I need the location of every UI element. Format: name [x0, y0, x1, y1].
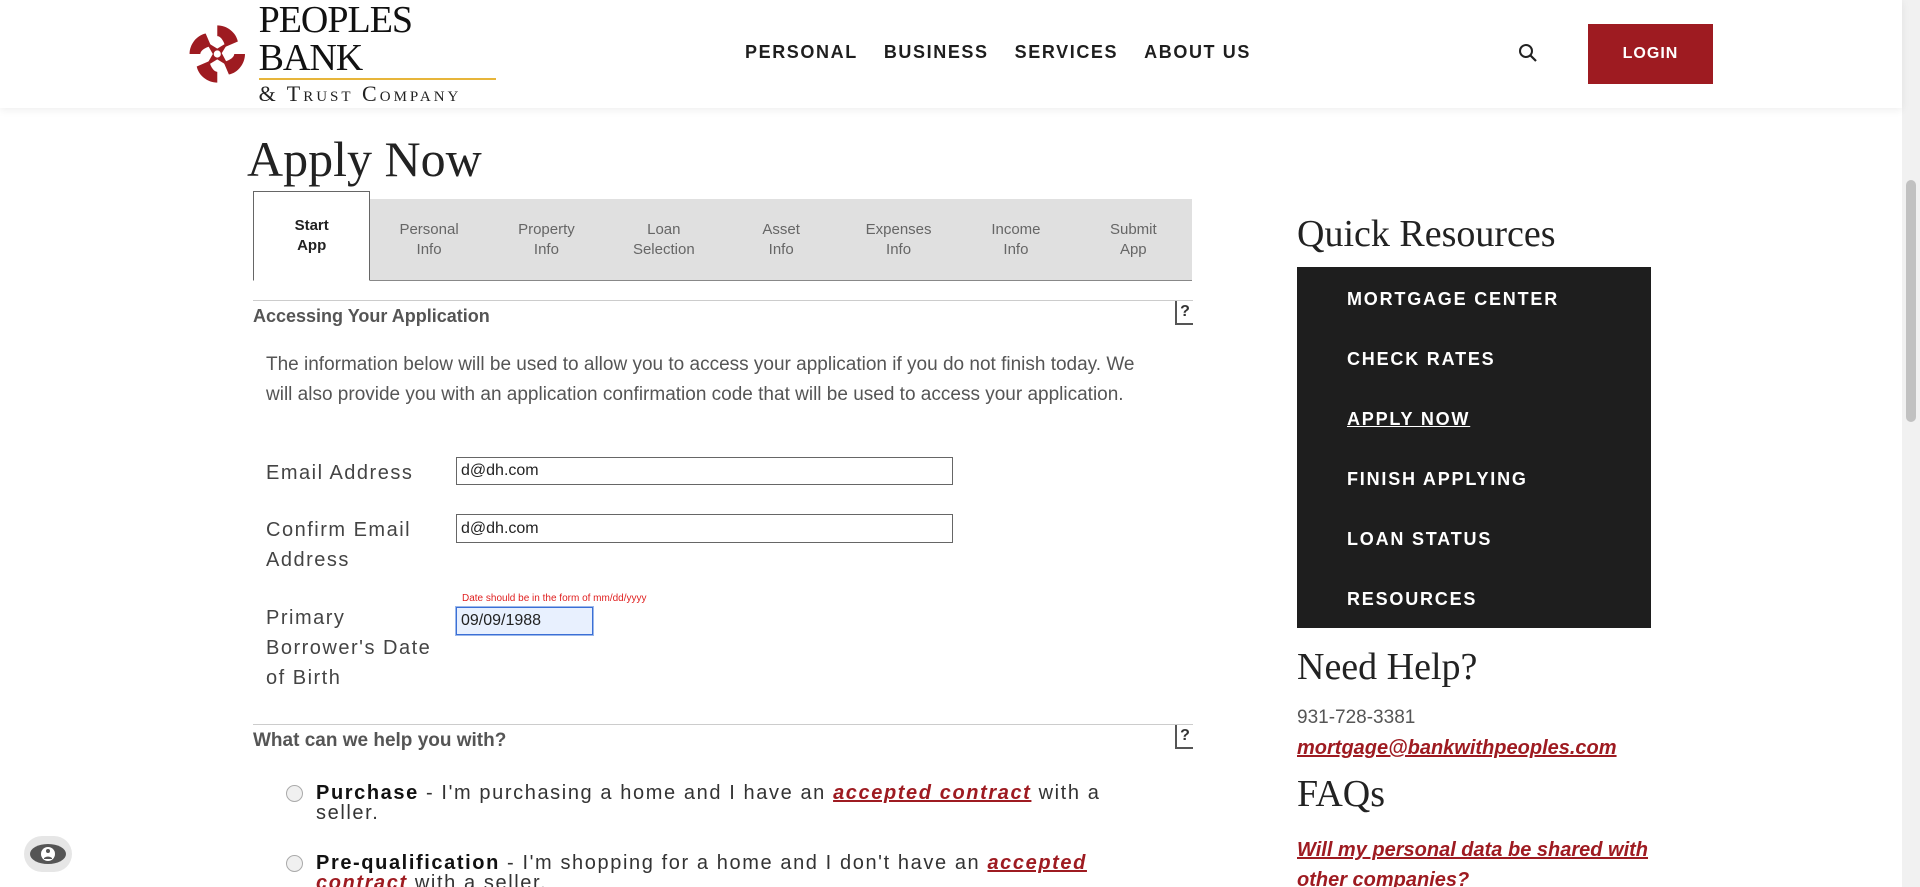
- menu-mortgage-center[interactable]: MORTGAGE CENTER: [1347, 289, 1559, 310]
- nav-services[interactable]: SERVICES: [1015, 42, 1119, 63]
- tab-asset-info[interactable]: Asset Info: [723, 199, 840, 281]
- option-pre-qualification[interactable]: Pre-qualification - I'm shopping for a h…: [286, 853, 1126, 887]
- purchase-radio[interactable]: [286, 785, 303, 802]
- dob-label: Primary Borrower's Date of Birth: [266, 607, 432, 689]
- nav-about-us[interactable]: ABOUT US: [1144, 42, 1251, 63]
- email-field[interactable]: [456, 457, 953, 485]
- tab-personal-info[interactable]: Personal Info: [370, 199, 487, 281]
- login-button[interactable]: LOGIN: [1588, 24, 1713, 84]
- option-text: Pre-qualification - I'm shopping for a h…: [286, 853, 1126, 887]
- site-header: PEOPLES BANK & Trust Company PERSONAL BU…: [0, 0, 1902, 108]
- tab-submit-app[interactable]: Submit App: [1075, 199, 1192, 281]
- menu-apply-now[interactable]: APPLY NOW: [1347, 409, 1470, 430]
- option-description: - I'm shopping for a home and I don't ha…: [499, 852, 988, 874]
- section-what-can-we-help: What can we help you with? ?: [253, 724, 1193, 752]
- logo-mark-icon: [189, 25, 245, 83]
- option-description: - I'm purchasing a home and I have an: [418, 782, 834, 804]
- faq-link-personal-data[interactable]: Will my personal data be shared with oth…: [1297, 835, 1657, 887]
- logo-name-line2: & Trust Company: [258, 80, 462, 106]
- date-of-birth-field[interactable]: [455, 606, 594, 636]
- logo-name-line1: PEOPLES BANK: [258, 1, 496, 80]
- bank-logo[interactable]: PEOPLES BANK & Trust Company: [186, 1, 496, 106]
- tab-expenses-info[interactable]: Expenses Info: [840, 199, 957, 281]
- tab-income-info[interactable]: Income Info: [957, 199, 1074, 281]
- scrollbar-thumb[interactable]: [1906, 180, 1916, 422]
- email-label: Email Address: [266, 462, 414, 484]
- search-icon[interactable]: [1518, 43, 1538, 63]
- need-help-title: Need Help?: [1297, 646, 1478, 688]
- eye-icon: [30, 844, 66, 864]
- intro-text: The information below will be used to al…: [266, 354, 1135, 405]
- confirm-email-field[interactable]: [456, 514, 953, 543]
- page-title: Apply Now: [247, 131, 482, 187]
- page-scrollbar[interactable]: [1902, 0, 1920, 887]
- section-accessing-application: Accessing Your Application ?: [253, 300, 1193, 327]
- quick-resources-title: Quick Resources: [1297, 213, 1556, 255]
- application-steps-tabs: Start App Personal Info Property Info Lo…: [253, 191, 1192, 281]
- menu-check-rates[interactable]: CHECK RATES: [1347, 349, 1495, 370]
- section-heading: What can we help you with?: [253, 730, 507, 751]
- quick-resources-menu: MORTGAGE CENTER CHECK RATES APPLY NOW FI…: [1297, 267, 1651, 628]
- help-icon[interactable]: ?: [1175, 301, 1193, 325]
- email-link[interactable]: mortgage@bankwithpeoples.com: [1297, 737, 1617, 760]
- section-heading: Accessing Your Application: [253, 306, 490, 326]
- option-description-end: with a seller.: [407, 872, 548, 887]
- option-text: Purchase - I'm purchasing a home and I h…: [286, 783, 1126, 823]
- faqs-title: FAQs: [1297, 773, 1385, 815]
- menu-loan-status[interactable]: LOAN STATUS: [1347, 529, 1492, 550]
- nav-business[interactable]: BUSINESS: [884, 42, 989, 63]
- confirm-email-label: Confirm Email Address: [266, 519, 412, 571]
- help-icon[interactable]: ?: [1175, 725, 1193, 749]
- pre-qualification-radio[interactable]: [286, 855, 303, 872]
- accepted-contract-link[interactable]: accepted contract: [833, 782, 1031, 804]
- menu-finish-applying[interactable]: FINISH APPLYING: [1347, 469, 1528, 490]
- nav-personal[interactable]: PERSONAL: [745, 42, 858, 63]
- option-title: Purchase: [316, 782, 419, 804]
- tab-start-app[interactable]: Start App: [253, 191, 371, 281]
- main-nav: PERSONAL BUSINESS SERVICES ABOUT US: [745, 42, 1277, 63]
- tab-property-info[interactable]: Property Info: [488, 199, 605, 281]
- phone-number: 931-728-3381: [1297, 707, 1416, 728]
- dob-error-message: Date should be in the form of mm/dd/yyyy: [462, 593, 647, 604]
- option-title: Pre-qualification: [316, 852, 500, 874]
- option-purchase[interactable]: Purchase - I'm purchasing a home and I h…: [286, 783, 1126, 823]
- accessibility-button[interactable]: [24, 836, 72, 872]
- tab-loan-selection[interactable]: Loan Selection: [605, 199, 722, 281]
- menu-resources[interactable]: RESOURCES: [1347, 589, 1477, 610]
